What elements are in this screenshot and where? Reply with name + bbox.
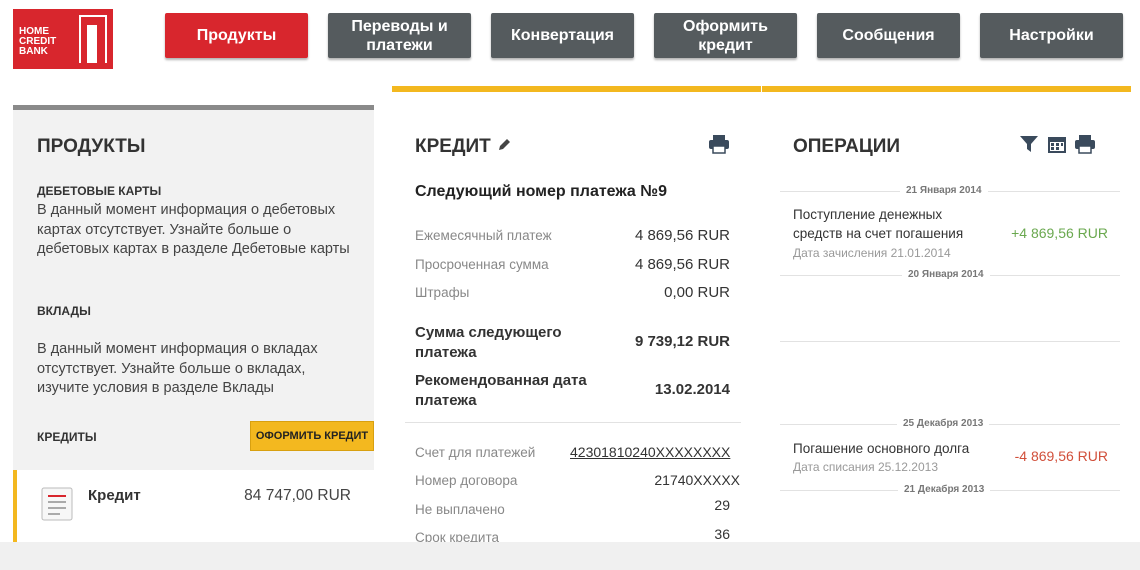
- account-label: Счет для платежей: [415, 445, 536, 460]
- monthly-payment-label: Ежемесячный платеж: [415, 228, 552, 243]
- nav-transfers[interactable]: Переводы и платежи: [328, 13, 471, 58]
- credits-heading: КРЕДИТЫ: [37, 430, 97, 444]
- term-value: 36: [714, 526, 730, 542]
- credit-item-amount: 84 747,00 RUR: [244, 487, 351, 504]
- operation-title: Поступление денежных средств на счет пог…: [793, 207, 964, 241]
- operation-date: Дата списания 25.12.2013: [793, 460, 939, 474]
- fines-label: Штрафы: [415, 285, 470, 300]
- date-separator: 21 Декабря 2013: [898, 484, 991, 495]
- nav-apply-credit[interactable]: Оформить кредит: [654, 13, 797, 58]
- account-link[interactable]: 42301810240XXXXXXXX: [570, 444, 736, 460]
- next-payment-number: Следующий номер платежа №9: [415, 183, 667, 200]
- debit-cards-text: В данный момент информация о дебетовых к…: [37, 202, 350, 257]
- operation-date: Дата зачисления 21.01.2014: [793, 246, 951, 260]
- logo-text: HOME CREDIT BANK: [19, 26, 57, 57]
- operation-amount-positive: +4 869,56 RUR: [1011, 225, 1108, 241]
- date-separator: 20 Января 2014: [902, 269, 990, 280]
- calendar-icon[interactable]: [1047, 134, 1067, 154]
- recommended-date-value: 13.02.2014: [654, 381, 730, 398]
- contract-label: Номер договора: [415, 473, 518, 488]
- nav-settings[interactable]: Настройки: [980, 13, 1123, 58]
- nav-messages[interactable]: Сообщения: [817, 13, 960, 58]
- date-separator: 25 Декабря 2013: [897, 418, 990, 429]
- debit-cards-heading: ДЕБЕТОВЫЕ КАРТЫ: [37, 184, 162, 198]
- deposits-text: В данный момент информация о вкладах отс…: [37, 341, 318, 396]
- unpaid-value: 29: [714, 497, 730, 513]
- document-icon: [41, 487, 73, 521]
- date-separator: 21 Января 2014: [900, 185, 988, 196]
- next-sum-value: 9 739,12 RUR: [634, 333, 730, 350]
- bank-logo[interactable]: HOME CREDIT BANK: [13, 9, 113, 69]
- fines-value: 0,00 RUR: [664, 284, 730, 301]
- operation-amount-negative: -4 869,56 RUR: [1014, 448, 1108, 464]
- footer-bar: [0, 542, 1140, 570]
- nav-conversion[interactable]: Конвертация: [491, 13, 634, 58]
- operations-title: ОПЕРАЦИИ: [793, 136, 901, 157]
- overdue-sum-label: Просроченная сумма: [415, 257, 549, 272]
- divider: [780, 341, 1120, 342]
- contract-value: 21740XXXXX: [654, 472, 740, 488]
- apply-credit-button[interactable]: ОФОРМИТЬ КРЕДИТ: [250, 421, 374, 451]
- products-title: ПРОДУКТЫ: [37, 136, 146, 157]
- credit-item-name: Кредит: [88, 487, 141, 504]
- overdue-sum-value: 4 869,56 RUR: [634, 256, 730, 273]
- nav-products[interactable]: Продукты: [165, 13, 308, 58]
- logo-house-icon: [79, 15, 107, 63]
- pencil-icon[interactable]: [497, 138, 511, 152]
- divider: [405, 422, 741, 423]
- monthly-payment-value: 4 869,56 RUR: [634, 227, 730, 244]
- credit-title: КРЕДИТ: [415, 136, 491, 157]
- print-icon[interactable]: [708, 134, 730, 154]
- filter-icon[interactable]: [1019, 135, 1039, 153]
- deposits-heading: ВКЛАДЫ: [37, 304, 91, 318]
- print-icon[interactable]: [1074, 134, 1096, 154]
- unpaid-label: Не выплачено: [415, 502, 505, 517]
